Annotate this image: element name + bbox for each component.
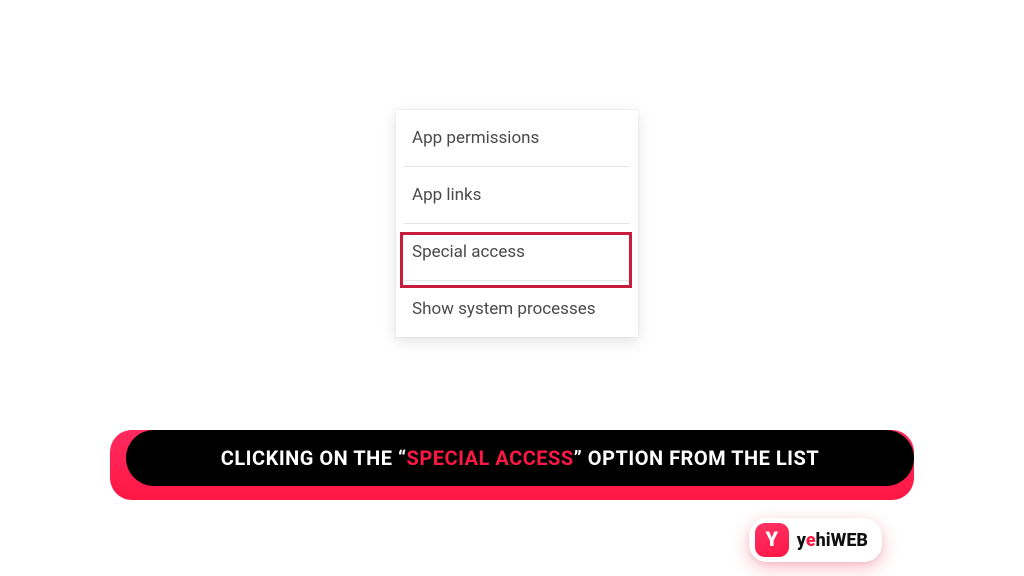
menu-item-show-system-processes[interactable]: Show system processes (396, 281, 638, 337)
menu-item-label: App permissions (412, 128, 539, 148)
brand-logo-text-tail: hiWEB (816, 530, 868, 551)
caption-banner: CLICKING ON THE “ SPECIAL ACCESS ” OPTIO… (110, 430, 914, 500)
menu-item-label: Special access (412, 242, 525, 262)
caption-suffix: ” OPTION FROM THE LIST (574, 446, 820, 470)
menu-item-label: Show system processes (412, 299, 596, 319)
brand-logo-badge[interactable]: Y yehiWEB (749, 518, 882, 562)
brand-logo-icon: Y (755, 523, 789, 557)
caption-highlight: SPECIAL ACCESS (407, 446, 574, 470)
brand-logo-text-head: y (797, 530, 806, 551)
menu-item-special-access[interactable]: Special access (396, 224, 638, 280)
settings-dropdown-menu: App permissions App links Special access… (396, 110, 638, 337)
brand-logo-text: yehiWEB (797, 530, 868, 551)
menu-item-label: App links (412, 185, 481, 205)
brand-logo-text-accent: e (806, 530, 816, 551)
menu-item-app-links[interactable]: App links (396, 167, 638, 223)
caption-prefix: CLICKING ON THE “ (221, 446, 407, 470)
brand-logo-mark: Y (766, 527, 779, 551)
caption-text-container: CLICKING ON THE “ SPECIAL ACCESS ” OPTIO… (126, 430, 914, 486)
menu-item-app-permissions[interactable]: App permissions (396, 110, 638, 166)
